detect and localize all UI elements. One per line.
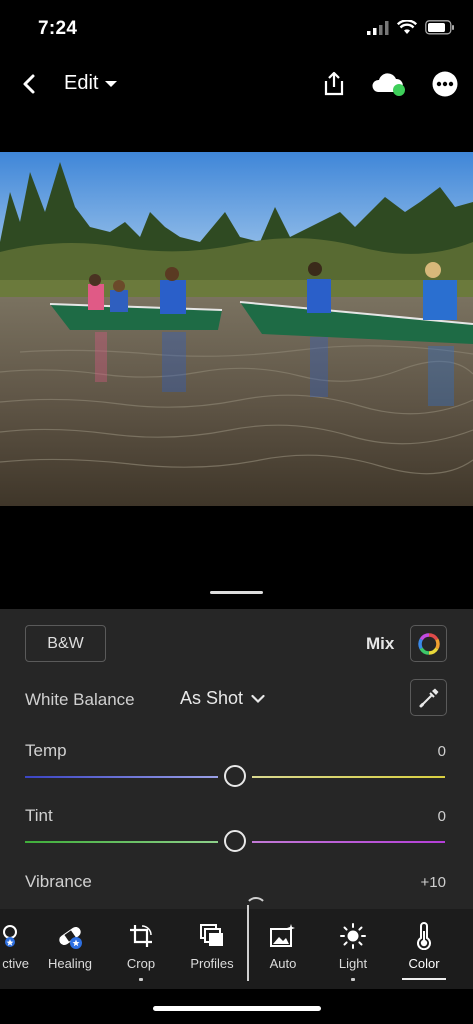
white-balance-value: As Shot: [180, 688, 244, 708]
white-balance-dropdown[interactable]: As Shot: [180, 688, 265, 709]
tool-label: Auto: [269, 956, 297, 971]
white-balance-label: White Balance: [25, 690, 135, 709]
temp-track-warm: [252, 776, 445, 778]
status-bar: 7:24: [0, 0, 473, 56]
tool-crop[interactable]: Crop: [106, 909, 176, 989]
tool-label: Crop: [126, 956, 156, 971]
tint-label: Tint: [25, 806, 53, 825]
bw-button[interactable]: B&W: [25, 625, 106, 662]
tool-bar: ctive Healing Crop Profiles Auto Light C…: [0, 897, 473, 989]
temp-slider[interactable]: [25, 765, 445, 787]
tint-track-magenta: [252, 841, 445, 843]
tint-slider-thumb[interactable]: [224, 830, 246, 852]
photo-image: [0, 152, 473, 506]
tool-healing[interactable]: Healing: [35, 909, 105, 989]
tool-selective[interactable]: ctive: [0, 909, 35, 989]
share-icon: [324, 71, 344, 96]
status-time: 7:24: [38, 18, 78, 39]
battery-icon: [425, 20, 454, 35]
photo-canvas[interactable]: [0, 152, 473, 506]
cloud-sync-icon: [372, 73, 405, 96]
tool-profiles[interactable]: Profiles: [177, 909, 247, 989]
healing-bandage-icon: [55, 921, 85, 951]
sun-icon: [338, 921, 368, 951]
auto-sparkle-icon: [268, 921, 298, 951]
panel-drag-handle[interactable]: [210, 591, 263, 594]
profiles-icon: [197, 921, 227, 951]
more-icon: [432, 71, 458, 97]
temp-track-cool: [25, 776, 218, 778]
share-button[interactable]: [318, 68, 350, 100]
status-icons: [367, 20, 455, 35]
top-bar: Edit: [0, 58, 473, 110]
tool-light[interactable]: Light: [318, 909, 388, 989]
tint-slider[interactable]: [25, 830, 445, 852]
back-button[interactable]: [16, 70, 44, 98]
tool-indicator-dot: [351, 978, 355, 981]
mix-label: Mix: [366, 634, 395, 653]
home-indicator: [153, 1006, 321, 1011]
chevron-down-icon: [251, 694, 265, 703]
tint-value: 0: [437, 808, 446, 825]
tool-label: Light: [338, 956, 368, 971]
temp-label: Temp: [25, 741, 67, 760]
temp-slider-thumb[interactable]: [224, 765, 246, 787]
tool-color[interactable]: Color: [389, 909, 459, 989]
tool-indicator-dot: [139, 978, 143, 981]
selective-icon: [0, 921, 29, 951]
crop-icon: [126, 921, 156, 951]
cloud-sync-button[interactable]: [372, 68, 408, 100]
tool-auto[interactable]: Auto: [248, 909, 318, 989]
vibrance-value: +10: [420, 874, 446, 891]
wifi-icon: [397, 20, 417, 34]
more-button[interactable]: [429, 68, 461, 100]
tool-label: Profiles: [190, 956, 234, 971]
tool-label: ctive: [2, 956, 29, 971]
color-wheel-icon: [417, 632, 440, 655]
tint-track-green: [25, 841, 218, 843]
eyedropper-button[interactable]: [410, 679, 447, 716]
thermometer-icon: [409, 921, 439, 951]
cellular-signal-icon: [367, 20, 389, 35]
back-chevron-icon: [23, 74, 35, 94]
color-mix-button[interactable]: [410, 625, 447, 662]
caret-down-icon: [105, 80, 118, 87]
eyedropper-icon: [419, 688, 438, 707]
tool-label: Healing: [47, 956, 93, 971]
temp-value: 0: [437, 743, 446, 760]
color-panel: B&W Mix White Balance As Shot Temp 0 Tin…: [0, 609, 473, 909]
tool-label: Color: [408, 956, 440, 971]
vibrance-label: Vibrance: [25, 872, 92, 891]
selected-tool-underline: [402, 978, 446, 980]
page-title: Edit: [64, 72, 99, 94]
edit-mode-dropdown[interactable]: Edit: [64, 72, 118, 95]
